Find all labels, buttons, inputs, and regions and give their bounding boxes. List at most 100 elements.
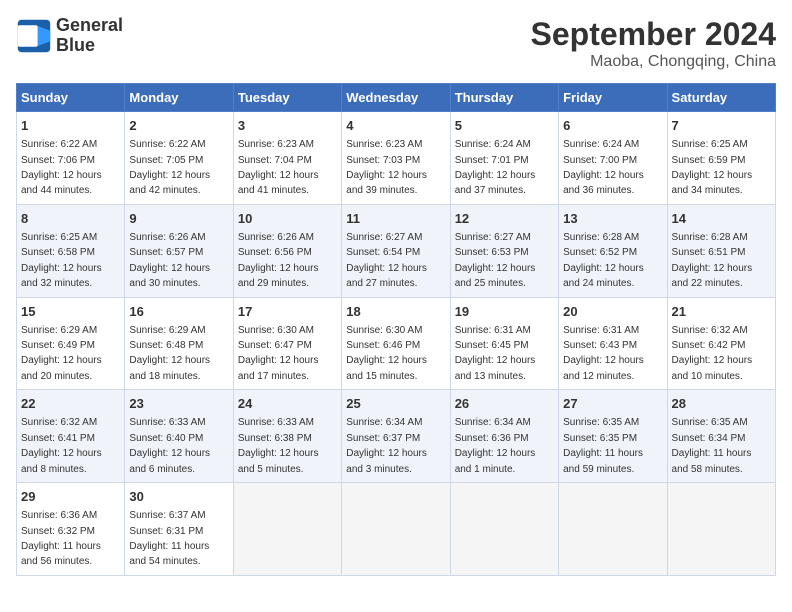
day-number: 17	[238, 303, 337, 321]
day-info: Sunrise: 6:37 AM Sunset: 6:31 PM Dayligh…	[129, 510, 209, 567]
day-number: 25	[346, 395, 445, 413]
calendar-day-cell: 13 Sunrise: 6:28 AM Sunset: 6:52 PM Dayli…	[559, 204, 667, 297]
calendar-week-row: 22Sunrise: 6:32 AM Sunset: 6:41 PM Dayli…	[17, 390, 776, 483]
calendar-day-cell: 17Sunrise: 6:30 AM Sunset: 6:47 PM Dayli…	[233, 297, 341, 390]
calendar-day-cell: 6Sunrise: 6:24 AM Sunset: 7:00 PM Daylig…	[559, 112, 667, 205]
calendar-day-cell: 15 Sunrise: 6:29 AM Sunset: 6:49 PM Dayli…	[17, 297, 125, 390]
calendar-day-cell: 1 Sunrise: 6:22 AM Sunset: 7:06 PM Daylig…	[17, 112, 125, 205]
month-title: September 2024	[531, 16, 776, 53]
day-info: Sunrise: 6:36 AM Sunset: 6:32 PM Dayligh…	[21, 510, 101, 567]
day-info: Sunrise: 6:25 AM Sunset: 6:59 PM Dayligh…	[672, 139, 753, 196]
day-number: 26	[455, 395, 554, 413]
title-block: September 2024 Maoba, Chongqing, China	[531, 16, 776, 71]
day-number: 20	[563, 303, 662, 321]
day-info: Sunrise: 6:34 AM Sunset: 6:37 PM Dayligh…	[346, 417, 427, 474]
calendar-day-cell: 5 Sunrise: 6:24 AM Sunset: 7:01 PM Daylig…	[450, 112, 558, 205]
day-number: 28	[672, 395, 771, 413]
day-number: 29	[21, 488, 120, 506]
day-number: 24	[238, 395, 337, 413]
day-info: Sunrise: 6:33 AM Sunset: 6:38 PM Dayligh…	[238, 417, 319, 474]
calendar-day-cell: 21Sunrise: 6:32 AM Sunset: 6:42 PM Dayli…	[667, 297, 775, 390]
day-number: 15	[21, 303, 120, 321]
location: Maoba, Chongqing, China	[531, 53, 776, 71]
day-info: Sunrise: 6:27 AM Sunset: 6:53 PM Dayligh…	[455, 232, 536, 289]
calendar-day-cell: 3 Sunrise: 6:23 AM Sunset: 7:04 PM Daylig…	[233, 112, 341, 205]
day-info: Sunrise: 6:35 AM Sunset: 6:35 PM Dayligh…	[563, 417, 643, 474]
calendar-day-cell: 16 Sunrise: 6:29 AM Sunset: 6:48 PM Dayli…	[125, 297, 233, 390]
calendar-day-cell: 9 Sunrise: 6:26 AM Sunset: 6:57 PM Daylig…	[125, 204, 233, 297]
calendar-day-cell: 12 Sunrise: 6:27 AM Sunset: 6:53 PM Dayli…	[450, 204, 558, 297]
calendar-day-cell: 7Sunrise: 6:25 AM Sunset: 6:59 PM Daylig…	[667, 112, 775, 205]
day-info: Sunrise: 6:34 AM Sunset: 6:36 PM Dayligh…	[455, 417, 536, 474]
calendar-week-row: 1 Sunrise: 6:22 AM Sunset: 7:06 PM Daylig…	[17, 112, 776, 205]
calendar-day-cell: 8Sunrise: 6:25 AM Sunset: 6:58 PM Daylig…	[17, 204, 125, 297]
day-number: 12	[455, 210, 554, 228]
calendar-table: SundayMondayTuesdayWednesdayThursdayFrid…	[16, 83, 776, 576]
calendar-day-cell: 19 Sunrise: 6:31 AM Sunset: 6:45 PM Dayli…	[450, 297, 558, 390]
day-info: Sunrise: 6:29 AM Sunset: 6:49 PM Dayligh…	[21, 325, 102, 382]
calendar-week-row: 8Sunrise: 6:25 AM Sunset: 6:58 PM Daylig…	[17, 204, 776, 297]
calendar-day-cell: 14 Sunrise: 6:28 AM Sunset: 6:51 PM Dayli…	[667, 204, 775, 297]
day-number: 4	[346, 117, 445, 135]
day-number: 21	[672, 303, 771, 321]
day-number: 16	[129, 303, 228, 321]
day-of-week-header: Sunday	[17, 84, 125, 112]
calendar-day-cell: 18Sunrise: 6:30 AM Sunset: 6:46 PM Dayli…	[342, 297, 450, 390]
day-number: 22	[21, 395, 120, 413]
day-number: 5	[455, 117, 554, 135]
day-info: Sunrise: 6:28 AM Sunset: 6:52 PM Dayligh…	[563, 232, 644, 289]
day-number: 14	[672, 210, 771, 228]
day-number: 2	[129, 117, 228, 135]
day-info: Sunrise: 6:30 AM Sunset: 6:46 PM Dayligh…	[346, 325, 427, 382]
day-number: 3	[238, 117, 337, 135]
day-number: 27	[563, 395, 662, 413]
calendar-day-cell	[342, 483, 450, 576]
day-of-week-header: Thursday	[450, 84, 558, 112]
day-info: Sunrise: 6:26 AM Sunset: 6:56 PM Dayligh…	[238, 232, 319, 289]
day-info: Sunrise: 6:26 AM Sunset: 6:57 PM Dayligh…	[129, 232, 210, 289]
day-info: Sunrise: 6:23 AM Sunset: 7:04 PM Dayligh…	[238, 139, 319, 196]
day-info: Sunrise: 6:35 AM Sunset: 6:34 PM Dayligh…	[672, 417, 752, 474]
day-of-week-header: Friday	[559, 84, 667, 112]
calendar-day-cell: 2 Sunrise: 6:22 AM Sunset: 7:05 PM Daylig…	[125, 112, 233, 205]
calendar-day-cell	[559, 483, 667, 576]
logo-icon	[16, 18, 52, 54]
day-info: Sunrise: 6:29 AM Sunset: 6:48 PM Dayligh…	[129, 325, 210, 382]
logo: General Blue	[16, 16, 123, 56]
calendar-day-cell: 28 Sunrise: 6:35 AM Sunset: 6:34 PM Dayli…	[667, 390, 775, 483]
calendar-day-cell: 23Sunrise: 6:33 AM Sunset: 6:40 PM Dayli…	[125, 390, 233, 483]
calendar-day-cell: 20Sunrise: 6:31 AM Sunset: 6:43 PM Dayli…	[559, 297, 667, 390]
day-info: Sunrise: 6:27 AM Sunset: 6:54 PM Dayligh…	[346, 232, 427, 289]
day-number: 11	[346, 210, 445, 228]
logo-text: General Blue	[56, 16, 123, 56]
calendar-day-cell: 29 Sunrise: 6:36 AM Sunset: 6:32 PM Dayli…	[17, 483, 125, 576]
day-of-week-header: Tuesday	[233, 84, 341, 112]
day-number: 30	[129, 488, 228, 506]
calendar-week-row: 29 Sunrise: 6:36 AM Sunset: 6:32 PM Dayli…	[17, 483, 776, 576]
day-info: Sunrise: 6:22 AM Sunset: 7:06 PM Dayligh…	[21, 139, 102, 196]
day-number: 10	[238, 210, 337, 228]
calendar-day-cell: 22Sunrise: 6:32 AM Sunset: 6:41 PM Dayli…	[17, 390, 125, 483]
day-info: Sunrise: 6:28 AM Sunset: 6:51 PM Dayligh…	[672, 232, 753, 289]
calendar-day-cell: 30 Sunrise: 6:37 AM Sunset: 6:31 PM Dayli…	[125, 483, 233, 576]
day-number: 23	[129, 395, 228, 413]
calendar-week-row: 15 Sunrise: 6:29 AM Sunset: 6:49 PM Dayli…	[17, 297, 776, 390]
calendar-day-cell	[233, 483, 341, 576]
day-number: 19	[455, 303, 554, 321]
calendar-day-cell	[667, 483, 775, 576]
day-of-week-header: Monday	[125, 84, 233, 112]
day-number: 6	[563, 117, 662, 135]
calendar-header-row: SundayMondayTuesdayWednesdayThursdayFrid…	[17, 84, 776, 112]
calendar-day-cell: 26 Sunrise: 6:34 AM Sunset: 6:36 PM Dayli…	[450, 390, 558, 483]
day-info: Sunrise: 6:25 AM Sunset: 6:58 PM Dayligh…	[21, 232, 102, 289]
day-info: Sunrise: 6:24 AM Sunset: 7:01 PM Dayligh…	[455, 139, 536, 196]
day-of-week-header: Wednesday	[342, 84, 450, 112]
calendar-day-cell	[450, 483, 558, 576]
day-of-week-header: Saturday	[667, 84, 775, 112]
calendar-day-cell: 11 Sunrise: 6:27 AM Sunset: 6:54 PM Dayli…	[342, 204, 450, 297]
day-number: 1	[21, 117, 120, 135]
day-info: Sunrise: 6:31 AM Sunset: 6:45 PM Dayligh…	[455, 325, 536, 382]
day-info: Sunrise: 6:22 AM Sunset: 7:05 PM Dayligh…	[129, 139, 210, 196]
day-number: 13	[563, 210, 662, 228]
day-number: 9	[129, 210, 228, 228]
